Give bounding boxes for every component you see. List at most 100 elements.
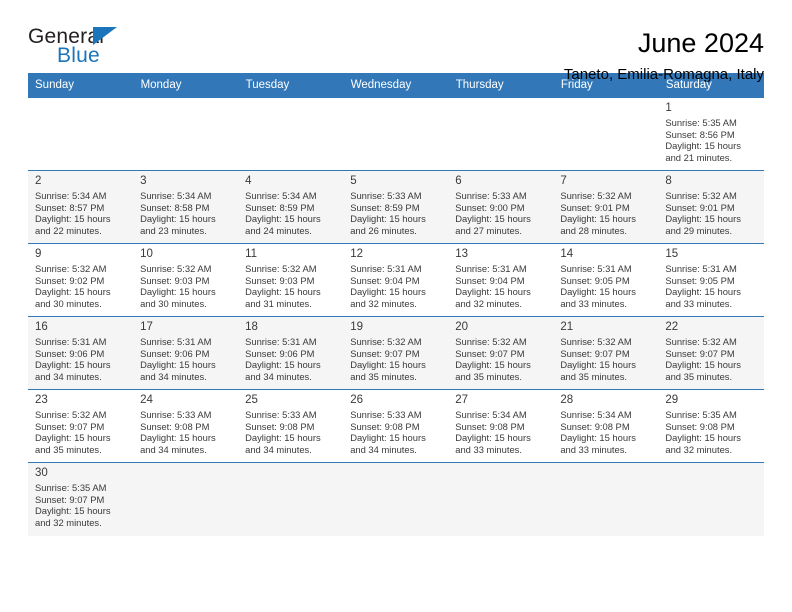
day-cell-content[interactable]: 19 Sunrise: 5:32 AM Sunset: 9:07 PM Dayligh… xyxy=(343,317,448,389)
daylight-duration-line2: and 21 minutes. xyxy=(665,151,733,163)
day-cell-content[interactable]: 29 Sunrise: 5:35 AM Sunset: 9:08 PM Dayligh… xyxy=(658,390,763,462)
day-sun-info: Sunrise: 5:32 AM Sunset: 9:07 PM Daylight:… xyxy=(455,336,547,382)
day-sun-info: Sunrise: 5:33 AM Sunset: 9:08 PM Daylight:… xyxy=(350,409,442,455)
day-number: 25 xyxy=(245,394,258,406)
day-cell-content[interactable]: 17 Sunrise: 5:31 AM Sunset: 9:06 PM Dayligh… xyxy=(133,317,238,389)
calendar-day-cell: 14 Sunrise: 5:31 AM Sunset: 9:05 PM Dayligh… xyxy=(553,243,659,317)
daylight-duration-line1: Daylight: 15 hours xyxy=(245,286,321,298)
daylight-duration-line2: and 35 minutes. xyxy=(350,370,417,382)
calendar-day-cell: 29 Sunrise: 5:35 AM Sunset: 9:08 PM Dayligh… xyxy=(658,389,764,463)
calendar-day-cell: 4 Sunrise: 5:34 AM Sunset: 8:59 PM Daylight… xyxy=(238,170,344,244)
sunrise-time: Sunrise: 5:34 AM xyxy=(455,409,527,420)
day-sun-info: Sunrise: 5:34 AM Sunset: 9:08 PM Daylight:… xyxy=(455,409,547,455)
sunrise-time: Sunrise: 5:33 AM xyxy=(245,409,317,420)
general-blue-logo[interactable]: General Blue xyxy=(28,26,136,72)
day-sun-info: Sunrise: 5:32 AM Sunset: 9:07 PM Daylight:… xyxy=(350,336,442,382)
sunset-time: Sunset: 8:56 PM xyxy=(665,128,735,140)
page-header: General Blue June 2024 Taneto, Emilia-Ro… xyxy=(28,0,764,83)
calendar-body: 1 Sunrise: 5:35 AM Sunset: 8:56 PM Daylight… xyxy=(28,97,764,536)
day-cell-content[interactable]: 3 Sunrise: 5:34 AM Sunset: 8:58 PM Daylight… xyxy=(133,171,238,243)
daylight-duration-line1: Daylight: 15 hours xyxy=(560,359,636,371)
day-sun-info: Sunrise: 5:33 AM Sunset: 8:59 PM Daylight:… xyxy=(350,190,442,236)
day-cell-content[interactable]: 9 Sunrise: 5:32 AM Sunset: 9:02 PM Daylight… xyxy=(28,244,133,316)
day-number: 6 xyxy=(455,175,462,187)
calendar-day-cell: 23 Sunrise: 5:32 AM Sunset: 9:07 PM Dayligh… xyxy=(28,389,134,463)
daylight-duration-line1: Daylight: 15 hours xyxy=(140,286,216,298)
day-cell-content[interactable]: 5 Sunrise: 5:33 AM Sunset: 8:59 PM Daylight… xyxy=(343,171,448,243)
day-sun-info: Sunrise: 5:34 AM Sunset: 8:59 PM Daylight:… xyxy=(245,190,337,236)
calendar-day-cell: 18 Sunrise: 5:31 AM Sunset: 9:06 PM Dayligh… xyxy=(238,316,344,390)
sunrise-sunset-calendar: Sunday Monday Tuesday Wednesday Thursday… xyxy=(28,73,765,536)
calendar-day-cell: 16 Sunrise: 5:31 AM Sunset: 9:06 PM Dayligh… xyxy=(28,316,134,390)
calendar-week-row: 9 Sunrise: 5:32 AM Sunset: 9:02 PM Daylight… xyxy=(28,243,764,317)
day-cell-content[interactable]: 18 Sunrise: 5:31 AM Sunset: 9:06 PM Dayligh… xyxy=(238,317,343,389)
day-cell-content[interactable]: 27 Sunrise: 5:34 AM Sunset: 9:08 PM Dayligh… xyxy=(448,390,553,462)
daylight-duration-line2: and 32 minutes. xyxy=(350,297,417,309)
day-cell-content[interactable]: 12 Sunrise: 5:31 AM Sunset: 9:04 PM Dayligh… xyxy=(343,244,448,316)
day-cell-content[interactable]: 23 Sunrise: 5:32 AM Sunset: 9:07 PM Dayligh… xyxy=(28,390,133,462)
daylight-duration-line1: Daylight: 15 hours xyxy=(140,213,216,225)
day-cell-content[interactable]: 1 Sunrise: 5:35 AM Sunset: 8:56 PM Daylight… xyxy=(658,98,763,170)
day-cell-content[interactable]: 21 Sunrise: 5:32 AM Sunset: 9:07 PM Dayligh… xyxy=(553,317,658,389)
daylight-duration-line2: and 33 minutes. xyxy=(560,443,628,455)
sunset-time: Sunset: 9:03 PM xyxy=(140,274,210,286)
day-cell-content[interactable]: 8 Sunrise: 5:32 AM Sunset: 9:01 PM Daylight… xyxy=(658,171,763,243)
daylight-duration-line1: Daylight: 15 hours xyxy=(245,359,321,371)
day-cell-content[interactable]: 15 Sunrise: 5:31 AM Sunset: 9:05 PM Dayligh… xyxy=(658,244,763,316)
day-cell-content[interactable]: 6 Sunrise: 5:33 AM Sunset: 9:00 PM Daylight… xyxy=(448,171,553,243)
daylight-duration-line2: and 30 minutes. xyxy=(140,297,207,309)
day-cell-content[interactable]: 7 Sunrise: 5:32 AM Sunset: 9:01 PM Daylight… xyxy=(553,171,658,243)
day-cell-content[interactable]: 13 Sunrise: 5:31 AM Sunset: 9:04 PM Dayligh… xyxy=(448,244,553,316)
sunrise-time: Sunrise: 5:35 AM xyxy=(665,117,737,128)
calendar-day-cell: 26 Sunrise: 5:33 AM Sunset: 9:08 PM Dayligh… xyxy=(343,389,449,463)
day-cell-content[interactable]: 30 Sunrise: 5:35 AM Sunset: 9:07 PM Dayligh… xyxy=(28,463,133,536)
day-cell-content[interactable]: 14 Sunrise: 5:31 AM Sunset: 9:05 PM Dayligh… xyxy=(553,244,658,316)
day-cell-content[interactable]: 22 Sunrise: 5:32 AM Sunset: 9:07 PM Dayligh… xyxy=(658,317,763,389)
day-sun-info: Sunrise: 5:32 AM Sunset: 9:03 PM Daylight:… xyxy=(140,263,232,309)
sunrise-time: Sunrise: 5:32 AM xyxy=(560,336,632,347)
daylight-duration-line1: Daylight: 15 hours xyxy=(140,432,216,444)
calendar-day-cell: 19 Sunrise: 5:32 AM Sunset: 9:07 PM Dayligh… xyxy=(343,316,449,390)
sunrise-time: Sunrise: 5:32 AM xyxy=(560,190,632,201)
day-number: 5 xyxy=(350,175,357,187)
weekday-header-monday: Monday xyxy=(133,73,239,98)
daylight-duration-line1: Daylight: 15 hours xyxy=(665,286,741,298)
day-cell-content[interactable]: 25 Sunrise: 5:33 AM Sunset: 9:08 PM Dayligh… xyxy=(238,390,343,462)
day-cell-content[interactable]: 28 Sunrise: 5:34 AM Sunset: 9:08 PM Dayligh… xyxy=(553,390,658,462)
sunrise-time: Sunrise: 5:34 AM xyxy=(140,190,212,201)
day-cell-content[interactable]: 20 Sunrise: 5:32 AM Sunset: 9:07 PM Dayligh… xyxy=(448,317,553,389)
day-number: 9 xyxy=(35,248,42,260)
daylight-duration-line2: and 24 minutes. xyxy=(245,224,312,236)
weekday-header-thursday: Thursday xyxy=(448,73,554,98)
day-sun-info: Sunrise: 5:33 AM Sunset: 9:00 PM Daylight:… xyxy=(455,190,547,236)
calendar-day-cell: 24 Sunrise: 5:33 AM Sunset: 9:08 PM Dayligh… xyxy=(133,389,239,463)
daylight-duration-line1: Daylight: 15 hours xyxy=(455,359,531,371)
day-cell-content[interactable]: 26 Sunrise: 5:33 AM Sunset: 9:08 PM Dayligh… xyxy=(343,390,448,462)
day-number: 28 xyxy=(560,394,574,406)
sunrise-time: Sunrise: 5:32 AM xyxy=(350,336,422,347)
day-sun-info: Sunrise: 5:32 AM Sunset: 9:07 PM Daylight:… xyxy=(560,336,652,382)
day-number: 26 xyxy=(350,394,363,406)
day-cell-content[interactable]: 10 Sunrise: 5:32 AM Sunset: 9:03 PM Dayligh… xyxy=(133,244,238,316)
sunrise-time: Sunrise: 5:34 AM xyxy=(35,190,107,201)
day-cell-content[interactable]: 11 Sunrise: 5:32 AM Sunset: 9:03 PM Dayligh… xyxy=(238,244,343,316)
day-cell-content[interactable]: 4 Sunrise: 5:34 AM Sunset: 8:59 PM Daylight… xyxy=(238,171,343,243)
sunrise-time: Sunrise: 5:31 AM xyxy=(245,336,317,347)
daylight-duration-line1: Daylight: 15 hours xyxy=(35,359,111,371)
logo-text-blue: Blue xyxy=(57,44,100,67)
daylight-duration-line2: and 23 minutes. xyxy=(140,224,207,236)
day-number: 20 xyxy=(455,321,469,333)
daylight-duration-line2: and 30 minutes. xyxy=(35,297,102,309)
sunset-time: Sunset: 9:08 PM xyxy=(455,420,525,432)
calendar-week-row: 30 Sunrise: 5:35 AM Sunset: 9:07 PM Dayligh… xyxy=(28,462,764,536)
calendar-cell-empty xyxy=(28,97,134,171)
day-cell-content[interactable]: 16 Sunrise: 5:31 AM Sunset: 9:06 PM Dayligh… xyxy=(28,317,133,389)
daylight-duration-line2: and 29 minutes. xyxy=(665,224,733,236)
day-cell-content[interactable]: 2 Sunrise: 5:34 AM Sunset: 8:57 PM Daylight… xyxy=(28,171,133,243)
day-sun-info: Sunrise: 5:32 AM Sunset: 9:07 PM Daylight:… xyxy=(665,336,757,382)
day-cell-content[interactable]: 24 Sunrise: 5:33 AM Sunset: 9:08 PM Dayligh… xyxy=(133,390,238,462)
sunset-time: Sunset: 9:08 PM xyxy=(665,420,735,432)
sunset-time: Sunset: 9:07 PM xyxy=(350,347,420,359)
day-number: 19 xyxy=(350,321,363,333)
day-sun-info: Sunrise: 5:34 AM Sunset: 8:57 PM Daylight:… xyxy=(35,190,127,236)
